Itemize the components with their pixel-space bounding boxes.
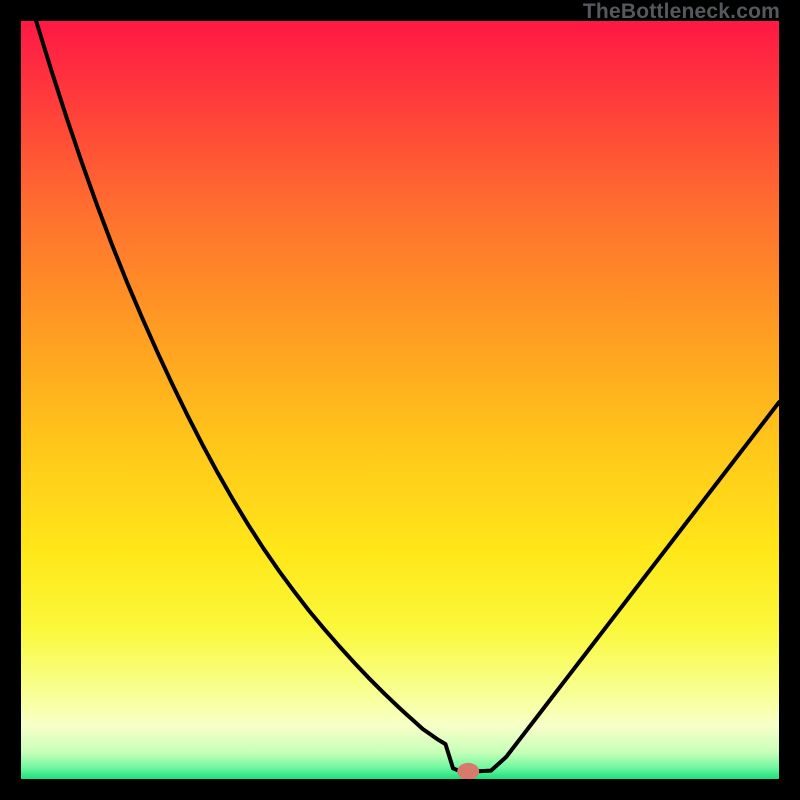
gradient-background xyxy=(21,21,779,779)
chart-frame: TheBottleneck.com xyxy=(0,0,800,800)
watermark-text: TheBottleneck.com xyxy=(583,0,780,24)
bottleneck-plot xyxy=(21,21,779,779)
